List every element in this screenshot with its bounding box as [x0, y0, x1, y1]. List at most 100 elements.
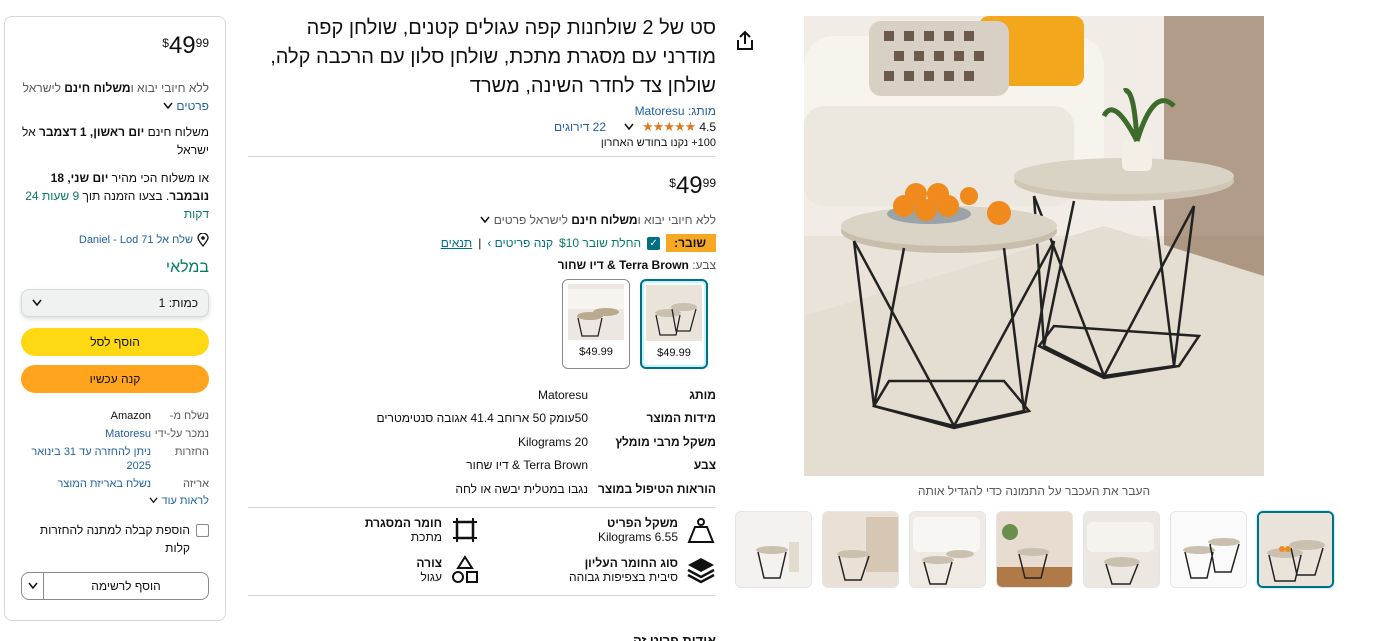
color-swatch[interactable]: $49.99 — [640, 279, 708, 369]
thumbnail[interactable] — [822, 511, 899, 588]
packaging-link[interactable]: נשלח באריזת המוצר — [21, 477, 151, 491]
color-value: Terra Brown & דיו שחור — [557, 258, 689, 272]
quantity-label: כמות: — [168, 296, 198, 310]
import-text: ללא חיובי יבוא ו — [637, 213, 716, 227]
seller-info: נשלח מ- Amazon נמכר על-ידי Matoresu החזרות… — [21, 409, 209, 491]
seller-key: נשלח מ- — [169, 410, 209, 422]
thumbnail[interactable] — [909, 511, 986, 588]
shapes-icon — [452, 554, 478, 583]
spec-key: משקל מרבי מומלץ — [615, 434, 716, 449]
spec-table: מותג Matoresu מידות המוצר 50עומק 50 ארוחב … — [248, 383, 716, 501]
spec-value: 50עומק 50 ארוחב 41.4 אגובה סנטימטרים — [376, 411, 588, 426]
seller-value: Amazon — [110, 410, 151, 422]
import-tail: לישראל — [22, 81, 65, 95]
seller-row: החזרות ניתן להחזרה עד 31 בינואר 2025 — [21, 445, 209, 473]
import-text: ללא חיובי יבוא ו — [130, 81, 209, 95]
spec-row: מותג Matoresu — [248, 383, 716, 407]
coupon-checkbox[interactable]: ✓ — [647, 236, 661, 250]
fast-delivery-info: או משלוח הכי מהיר יום שני, 18 נובמבר. בצ… — [21, 169, 209, 223]
gift-receipt-checkbox[interactable] — [196, 524, 209, 537]
separator: | — [478, 236, 482, 250]
spec-value: Terra Brown & דיו שחור — [466, 458, 588, 473]
main-product-image[interactable] — [804, 16, 1264, 476]
price-symbol: $ — [669, 176, 676, 190]
feature-key: סוג החומר העליון — [584, 555, 678, 570]
thumbnail[interactable] — [1170, 511, 1247, 588]
buy-box: $ 49 99 ללא חיובי יבוא ומשלוח חינם לישרא… — [4, 16, 226, 621]
coupon-terms-link[interactable]: תנאים — [441, 236, 473, 250]
delivery-text: משלוח חינם — [144, 125, 209, 139]
bought-count: 100+ נקנו בחודש האחרון — [600, 137, 716, 149]
stock-status: במלאי — [165, 259, 209, 276]
buybox-price: $ 49 99 — [21, 33, 209, 59]
swatch-price: $49.99 — [657, 347, 691, 359]
frame-icon — [453, 517, 477, 542]
feature-value: 6.55 Kilograms — [597, 529, 678, 544]
deliver-to[interactable]: שלח אל Daniel - Lod 71 — [21, 233, 209, 247]
divider — [248, 156, 716, 157]
details-link[interactable]: פרטים — [176, 99, 209, 113]
quantity-select[interactable]: כמות: 1 — [21, 289, 209, 317]
coupon-shop-link[interactable]: קנה פריטים › — [487, 236, 553, 250]
gift-receipt-row[interactable]: הוספת קבלה למתנה להחזרות קלות — [21, 521, 209, 557]
seller-key: נמכר על-ידי — [154, 428, 209, 440]
thumbnail[interactable] — [735, 511, 812, 588]
product-title: סט של 2 שולחנות קפה עגולים קטנים, שולחן … — [270, 17, 716, 97]
price-symbol: $ — [162, 36, 169, 50]
spec-key: מותג — [689, 387, 716, 402]
feature-value: מתכת — [410, 529, 442, 544]
feature-item: חומר המסגרת מתכת — [248, 515, 480, 545]
read-more-link[interactable]: לראות עוד — [21, 495, 209, 507]
thumbnail[interactable] — [996, 511, 1073, 588]
color-line: צבע: Terra Brown & דיו שחור — [248, 258, 716, 272]
fast-order-text: . בצעו הזמנה תוך — [79, 189, 170, 203]
feature-item: משקל הפריט 6.55 Kilograms — [480, 515, 716, 545]
rating-row: 4.5 ★★★★★ 22 דירוגים — [248, 119, 716, 135]
read-more-label: לראות עוד — [161, 495, 209, 507]
spec-key: צבע — [693, 458, 716, 473]
chevron-down-icon[interactable] — [163, 99, 173, 113]
color-swatch[interactable]: $49.99 — [562, 279, 630, 369]
chevron-down-icon — [32, 296, 42, 310]
free-shipping: משלוח חינם — [64, 81, 131, 95]
chevron-down-icon — [149, 497, 158, 504]
feature-key: משקל הפריט — [606, 515, 678, 530]
thumbnail-strip — [734, 511, 1334, 588]
product-details: סט של 2 שולחנות קפה עגולים קטנים, שולחן … — [248, 14, 716, 641]
price-whole: 49 — [168, 32, 196, 59]
weight-icon — [687, 517, 715, 543]
location-pin-icon — [197, 233, 209, 247]
color-swatches: $49.99 $49.99 — [248, 279, 708, 369]
import-tail[interactable]: לישראל פרטים — [494, 213, 572, 227]
brand-line: מותג: Matoresu — [248, 104, 716, 118]
thumbnail[interactable] — [1083, 511, 1160, 588]
star-rating-icon[interactable]: ★★★★★ — [642, 119, 696, 135]
buy-now-button[interactable]: קנה עכשיו — [21, 365, 209, 393]
delivery-date: יום ראשון, 1 דצמבר — [38, 125, 145, 139]
add-to-cart-button[interactable]: הוסף לסל — [21, 328, 209, 356]
buybox-import: ללא חיובי יבוא ומשלוח חינם לישראל פרטים — [21, 79, 209, 115]
price-whole: 49 — [675, 172, 703, 199]
feature-value: סיבית בצפיפות גבוהה — [569, 569, 678, 584]
spec-value: 20 Kilograms — [517, 434, 588, 449]
add-to-list-label: הוסף לרשימה — [91, 579, 161, 593]
reviews-link[interactable]: 22 דירוגים — [554, 120, 606, 134]
spec-row: משקל מרבי מומלץ 20 Kilograms — [248, 430, 716, 454]
returns-link[interactable]: ניתן להחזרה עד 31 בינואר 2025 — [21, 445, 151, 473]
feature-item: צורה עגול — [248, 554, 480, 585]
fast-text: או משלוח הכי מהיר — [108, 171, 209, 185]
share-icon[interactable] — [734, 30, 756, 52]
chevron-down-icon[interactable] — [480, 213, 490, 227]
chevron-down-icon[interactable] — [22, 573, 44, 599]
seller-link[interactable]: Matoresu — [21, 427, 151, 441]
feature-item: סוג החומר העליון סיבית בצפיפות גבוהה — [480, 555, 716, 585]
chevron-down-icon[interactable] — [624, 120, 634, 134]
add-to-list-button[interactable]: הוסף לרשימה — [21, 572, 209, 600]
seller-key: החזרות — [174, 446, 209, 458]
free-shipping: משלוח חינם — [571, 213, 638, 227]
thumbnail[interactable] — [1257, 511, 1334, 588]
seller-row: אריזה נשלח באריזת המוצר — [21, 477, 209, 491]
brand-link[interactable]: Matoresu — [635, 104, 685, 118]
seller-key: אריזה — [183, 478, 209, 490]
image-gallery: העבר את העכבר על התמונה כדי להגדיל אותה — [734, 16, 1334, 626]
